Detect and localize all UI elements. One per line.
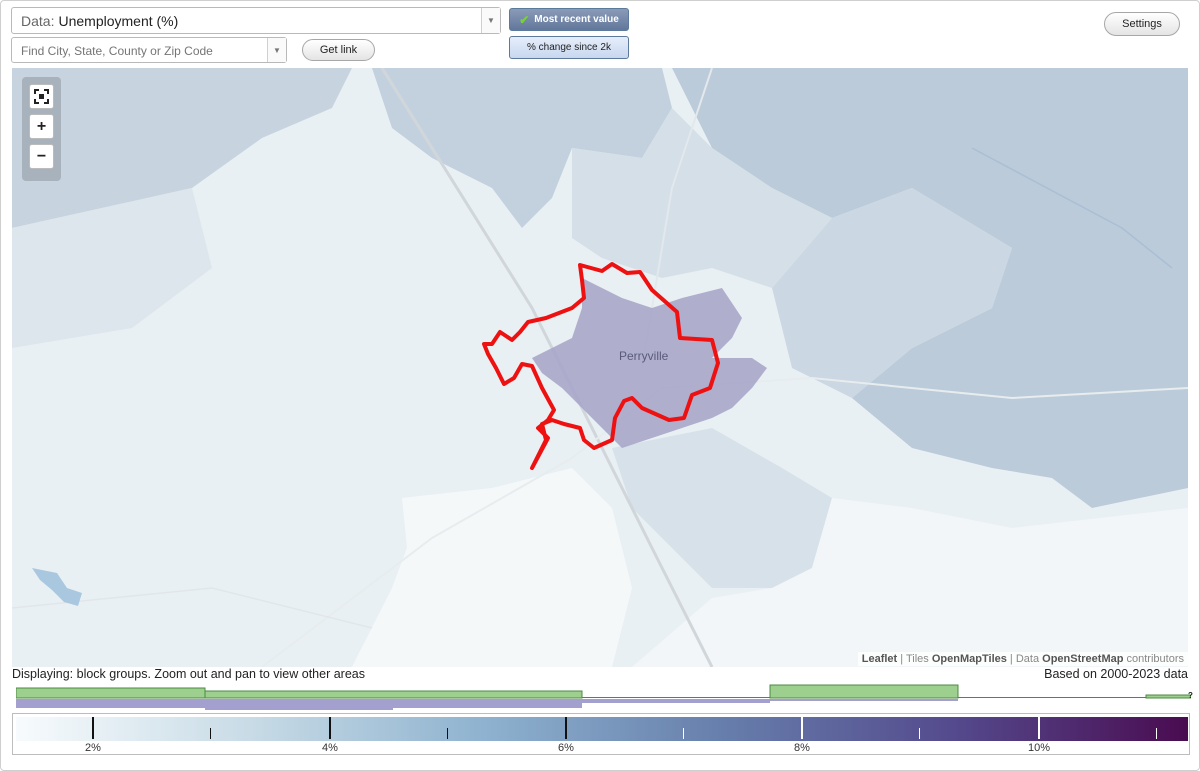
legend-tick — [329, 717, 331, 739]
plus-icon: + — [36, 117, 47, 135]
data-range-status: Based on 2000-2023 data — [1044, 667, 1188, 681]
most-recent-toggle[interactable]: ✔ Most recent value — [509, 8, 629, 31]
chevron-down-icon[interactable]: ▼ — [481, 8, 500, 33]
data-select-label: Data: — [21, 12, 55, 29]
location-search[interactable]: ▼ — [11, 37, 287, 63]
get-link-button[interactable]: Get link — [302, 39, 375, 61]
check-icon: ✔ — [519, 12, 530, 27]
data-select-value: Unemployment (%) — [58, 12, 179, 29]
change-label: % change since 2k — [527, 42, 611, 53]
change-since-2k-toggle[interactable]: % change since 2k — [509, 36, 629, 59]
chevron-down-icon[interactable]: ▼ — [267, 38, 286, 62]
legend-tick — [447, 728, 448, 739]
legend-tick — [92, 717, 94, 739]
legend-tick — [210, 728, 211, 739]
zoom-controls: + − — [22, 77, 61, 181]
map-canvas[interactable]: Perryville — [12, 68, 1188, 667]
legend-tick — [565, 717, 567, 739]
legend-label: 8% — [794, 742, 810, 754]
legend-tick — [1156, 728, 1157, 739]
map-tiles: Perryville — [12, 68, 1188, 667]
distribution-histogram — [16, 684, 1191, 710]
minus-icon: − — [36, 147, 47, 165]
color-legend: 2% 4% 6% 8% 10% — [12, 713, 1190, 755]
legend-gradient — [16, 717, 1188, 741]
displaying-status: Displaying: block groups. Zoom out and p… — [12, 667, 365, 681]
openstreetmap-link[interactable]: OpenStreetMap — [1042, 653, 1123, 665]
data-select[interactable]: Data: Unemployment (%) ▼ — [11, 7, 501, 34]
legend-label: 4% — [322, 742, 338, 754]
map-attribution: Leaflet | Tiles OpenMapTiles | Data Open… — [857, 652, 1188, 666]
legend-tick — [801, 717, 803, 739]
legend-label: 10% — [1027, 742, 1051, 754]
search-input[interactable] — [21, 42, 266, 59]
place-label: Perryville — [619, 349, 669, 363]
zoom-in-button[interactable]: + — [29, 114, 54, 139]
legend-tick — [1038, 717, 1040, 739]
openmaptiles-link[interactable]: OpenMapTiles — [932, 653, 1007, 665]
legend-label: 6% — [558, 742, 574, 754]
most-recent-label: Most recent value — [534, 14, 619, 25]
legend-tick — [683, 728, 684, 739]
zoom-out-button[interactable]: − — [29, 144, 54, 169]
fullscreen-icon[interactable] — [29, 84, 54, 109]
legend-tick — [919, 728, 920, 739]
settings-button[interactable]: Settings — [1104, 12, 1180, 36]
legend-label: 2% — [85, 742, 101, 754]
unknown-bin-label: ? — [1188, 691, 1193, 700]
leaflet-link[interactable]: Leaflet — [862, 653, 897, 665]
